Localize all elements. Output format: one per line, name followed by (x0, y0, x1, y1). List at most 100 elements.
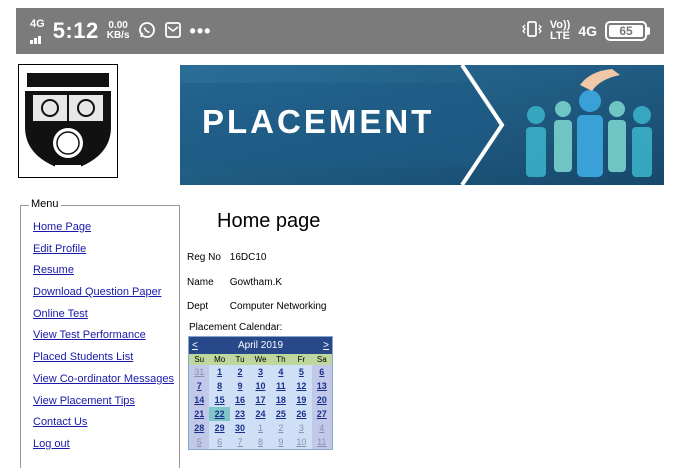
calendar-day[interactable]: 14 (189, 393, 210, 407)
name-row: Name Gowtham.K (187, 277, 282, 288)
menu-item: View Placement Tips (33, 395, 174, 417)
calendar-day[interactable]: 6 (311, 365, 332, 379)
calendar-day[interactable]: 29 (209, 421, 229, 435)
menu-link-contact-us[interactable]: Contact Us (33, 416, 87, 428)
calendar-day[interactable]: 10 (291, 435, 311, 449)
vibrate-icon (521, 20, 542, 43)
whatsapp-icon (138, 21, 156, 42)
network-type: 4G (30, 17, 45, 30)
reg-no-row: Reg No 16DC10 (187, 252, 266, 263)
calendar-day[interactable]: 28 (189, 421, 210, 435)
calendar-day[interactable]: 2 (271, 421, 291, 435)
calendar-day[interactable]: 9 (230, 379, 250, 393)
volte-bottom: LTE (550, 30, 570, 42)
menu-link-edit-profile[interactable]: Edit Profile (33, 243, 86, 255)
calendar-day[interactable]: 7 (230, 435, 250, 449)
calendar-weekday-row: Su Mo Tu We Th Fr Sa (189, 354, 332, 365)
name-value: Gowtham.K (229, 277, 283, 288)
dept-value: Computer Networking (229, 301, 327, 312)
calendar-day[interactable]: 3 (291, 421, 311, 435)
menu-link-view-test-performance[interactable]: View Test Performance (33, 329, 146, 341)
calendar-next-month[interactable]: > (323, 340, 329, 351)
menu-link-view-placement-tips[interactable]: View Placement Tips (33, 395, 135, 407)
calendar-weekday: Tu (229, 354, 251, 365)
calendar-day[interactable]: 9 (271, 435, 291, 449)
calendar-day[interactable]: 23 (230, 407, 250, 421)
calendar-day[interactable]: 11 (271, 379, 291, 393)
menu-item: Resume (33, 264, 174, 286)
calendar-day[interactable]: 24 (250, 407, 270, 421)
menu-link-resume[interactable]: Resume (33, 264, 74, 276)
calendar-month-title: April 2019 (237, 340, 284, 351)
calendar-day[interactable]: 25 (271, 407, 291, 421)
calendar-day[interactable]: 18 (271, 393, 291, 407)
menu-item: Log out (33, 438, 174, 460)
more-notifications-icon: ••• (189, 20, 212, 41)
calendar-day[interactable]: 17 (250, 393, 270, 407)
calendar-day[interactable]: 5 (291, 365, 311, 379)
menu-item: Placed Students List (33, 351, 174, 373)
signal-icon: 4G (30, 17, 45, 44)
dept-label: Dept (187, 301, 209, 312)
clock-time: 5:12 (52, 18, 99, 43)
menu-item: Online Test (33, 308, 174, 330)
calendar-day[interactable]: 4 (311, 421, 332, 435)
calendar-day[interactable]: 21 (189, 407, 210, 421)
calendar-day[interactable]: 31 (189, 365, 210, 379)
menu-link-home-page[interactable]: Home Page (33, 221, 91, 233)
menu-item: Download Question Paper (33, 286, 174, 308)
menu-item: Contact Us (33, 416, 174, 438)
calendar-day[interactable]: 13 (311, 379, 332, 393)
calendar-days: 31 1 2 3 4 5 6 7 8 9 10 11 12 13 14 15 16 17 18 19 20 21 22 23 2… (189, 365, 332, 449)
placement-calendar: < April 2019 > Su Mo Tu We Th Fr Sa 31 1 2 3 4 5 6 7 8… (188, 336, 333, 450)
calendar-day[interactable]: 26 (291, 407, 311, 421)
calendar-weekday: We (250, 354, 271, 365)
calendar-day[interactable]: 8 (209, 379, 229, 393)
calendar-weekday: Mo (209, 354, 230, 365)
calendar-weekday: Sa (311, 354, 332, 365)
calendar-day[interactable]: 1 (209, 365, 229, 379)
calendar-weekday: Th (270, 354, 292, 365)
calendar-day[interactable]: 12 (291, 379, 311, 393)
calendar-day[interactable]: 1 (250, 421, 270, 435)
calendar-day[interactable]: 27 (311, 407, 332, 421)
reg-no-label: Reg No (187, 252, 221, 263)
screen: 4G 5:12 0.00 KB/s ••• Vo)) LTE 4G 65 PLA… (0, 0, 680, 468)
calendar-prev-month[interactable]: < (192, 340, 198, 351)
network-speed: 0.00 KB/s (107, 21, 130, 41)
menu-link-view-coordinator-messages[interactable]: View Co-ordinator Messages (33, 373, 174, 385)
calendar-day[interactable]: 15 (209, 393, 229, 407)
calendar-day[interactable]: 6 (209, 435, 229, 449)
calendar-day[interactable]: 19 (291, 393, 311, 407)
menu-item: Edit Profile (33, 243, 174, 265)
calendar-day[interactable]: 2 (230, 365, 250, 379)
calendar-day[interactable]: 4 (271, 365, 291, 379)
reg-no-value: 16DC10 (229, 252, 267, 263)
menu-link-online-test[interactable]: Online Test (33, 308, 88, 320)
menu-link-log-out[interactable]: Log out (33, 438, 70, 450)
calendar-day[interactable]: 10 (250, 379, 270, 393)
banner-title: PLACEMENT (202, 103, 435, 140)
message-icon (164, 21, 182, 42)
name-label: Name (187, 277, 214, 288)
placement-banner: PLACEMENT (180, 65, 664, 185)
menu-item: View Co-ordinator Messages (33, 373, 174, 395)
calendar-day[interactable]: 3 (250, 365, 270, 379)
calendar-day[interactable]: 8 (250, 435, 270, 449)
calendar-day[interactable]: 20 (311, 393, 332, 407)
dept-row: Dept Computer Networking (187, 301, 327, 312)
calendar-day[interactable]: 7 (189, 379, 210, 393)
calendar-day[interactable]: 16 (230, 393, 250, 407)
calendar-day[interactable]: 22 (209, 407, 230, 421)
battery-icon: 65 (605, 21, 650, 41)
college-logo (18, 64, 118, 178)
menu-list: Home Page Edit Profile Resume Download Q… (33, 221, 174, 460)
calendar-day[interactable]: 11 (311, 435, 332, 449)
calendar-weekday: Fr (291, 354, 312, 365)
menu-link-download-question-paper[interactable]: Download Question Paper (33, 286, 161, 298)
calendar-day[interactable]: 5 (189, 435, 210, 449)
calendar-day[interactable]: 30 (230, 421, 250, 435)
menu-link-placed-students-list[interactable]: Placed Students List (33, 351, 133, 363)
calendar-label: Placement Calendar: (189, 322, 283, 333)
battery-level: 65 (609, 24, 643, 38)
